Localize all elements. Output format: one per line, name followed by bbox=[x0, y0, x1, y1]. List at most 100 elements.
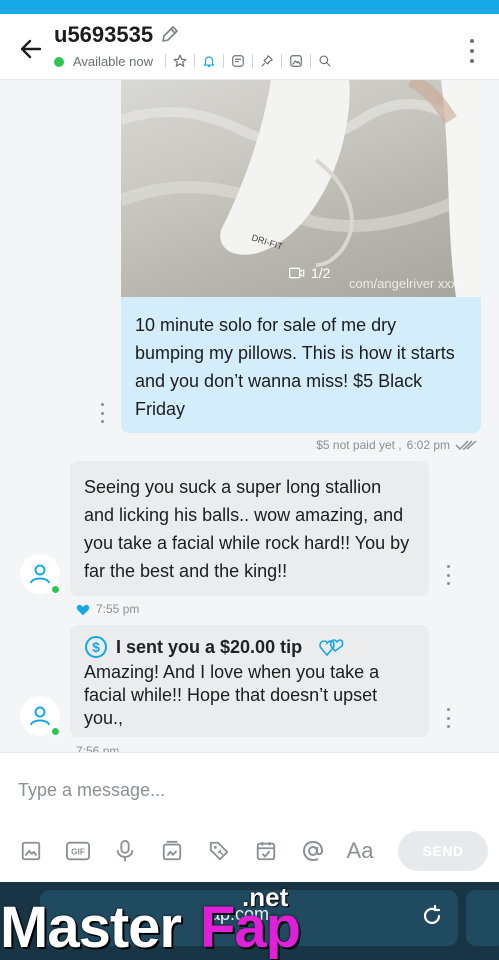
search-icon bbox=[319, 55, 331, 67]
online-status-dot bbox=[54, 57, 64, 67]
online-indicator bbox=[50, 726, 61, 737]
chat-username[interactable]: u5693535 bbox=[54, 22, 153, 48]
incoming-time: 7:56 pm bbox=[76, 744, 120, 752]
dot bbox=[100, 420, 104, 423]
message-input[interactable] bbox=[18, 775, 418, 805]
header-actions bbox=[160, 50, 334, 72]
reload-icon bbox=[423, 904, 441, 925]
voice-button[interactable] bbox=[110, 836, 140, 866]
at-sign-icon bbox=[302, 840, 324, 862]
incoming-message-text: Seeing you suck a super long stallion an… bbox=[84, 477, 410, 581]
reload-button[interactable] bbox=[420, 904, 446, 930]
text-format-label: Aa bbox=[346, 838, 374, 863]
search-button[interactable] bbox=[316, 52, 334, 70]
tip-text: I sent you a $20.00 tip bbox=[116, 636, 303, 657]
notes-button[interactable] bbox=[229, 52, 247, 70]
image-icon bbox=[290, 55, 302, 67]
incoming-time: 7:55 pm bbox=[96, 602, 140, 616]
mention-button[interactable] bbox=[298, 836, 328, 866]
gallery-button[interactable] bbox=[287, 52, 305, 70]
outgoing-message-meta: $5 not paid yet , 6:02 pm bbox=[316, 438, 477, 452]
hearts-icon bbox=[319, 639, 344, 657]
price-status: $5 not paid yet , bbox=[316, 438, 402, 452]
user-icon bbox=[30, 564, 50, 584]
dot bbox=[446, 573, 450, 577]
browser-bottom-bar: ap.com Master Fap .net bbox=[0, 882, 499, 960]
incoming-message-meta: 7:55 pm bbox=[76, 602, 139, 616]
top-accent-bar bbox=[0, 0, 499, 14]
divider bbox=[194, 54, 195, 68]
more-options-button[interactable] bbox=[462, 36, 482, 66]
watermark-text: Master bbox=[0, 895, 182, 960]
send-button[interactable]: SEND bbox=[398, 831, 488, 871]
vault-button[interactable] bbox=[157, 836, 187, 866]
video-icon bbox=[289, 267, 305, 279]
divider bbox=[165, 54, 166, 68]
text-format-button[interactable]: Aa bbox=[345, 836, 375, 866]
dot bbox=[446, 725, 450, 728]
dot bbox=[470, 49, 474, 53]
edit-name-button[interactable] bbox=[160, 24, 182, 46]
tab-switcher-button[interactable] bbox=[466, 890, 499, 946]
incoming-message-bubble[interactable]: Seeing you suck a super long stallion an… bbox=[70, 461, 429, 596]
dot bbox=[446, 708, 450, 711]
message-options-button[interactable] bbox=[99, 403, 105, 423]
media-watermark: com/angelriver xxx bbox=[349, 276, 458, 291]
double-check-icon bbox=[455, 440, 477, 451]
note-icon bbox=[232, 55, 244, 67]
outgoing-message-text: 10 minute solo for sale of me dry bumpin… bbox=[135, 315, 455, 419]
dot bbox=[470, 39, 474, 43]
pencil-icon bbox=[162, 26, 178, 42]
dollar-icon: $ bbox=[85, 636, 107, 658]
incoming-message-meta: 7:56 pm bbox=[76, 744, 119, 752]
tag-icon bbox=[209, 841, 229, 861]
dot bbox=[100, 403, 104, 406]
vault-icon bbox=[162, 840, 182, 861]
arrow-left-icon bbox=[20, 39, 42, 59]
divider bbox=[310, 54, 311, 68]
composer-toolbar: GIF Aa bbox=[16, 835, 392, 867]
svg-text:$: $ bbox=[92, 639, 100, 655]
outgoing-message-bubble[interactable]: 10 minute solo for sale of me dry bumpin… bbox=[121, 297, 481, 433]
chat-header: u5693535 Available now bbox=[0, 14, 499, 80]
availability-status: Available now bbox=[73, 54, 153, 69]
sender-avatar[interactable] bbox=[20, 696, 61, 737]
divider bbox=[252, 54, 253, 68]
pin-button[interactable] bbox=[258, 52, 276, 70]
media-count-text: 1/2 bbox=[311, 265, 331, 281]
media-preview[interactable]: DRI-FIT 1/2 com/angelriver xxx bbox=[121, 80, 481, 297]
divider bbox=[223, 54, 224, 68]
microphone-icon bbox=[116, 840, 134, 862]
outgoing-time: 6:02 pm bbox=[406, 438, 450, 452]
price-tag-button[interactable] bbox=[204, 836, 234, 866]
star-icon bbox=[173, 54, 187, 67]
user-icon bbox=[30, 706, 50, 726]
dot bbox=[446, 565, 450, 568]
notifications-button[interactable] bbox=[200, 52, 218, 70]
dot bbox=[100, 411, 104, 415]
dot bbox=[470, 59, 474, 63]
online-indicator bbox=[50, 584, 61, 595]
message-options-button[interactable] bbox=[445, 708, 451, 728]
gif-icon: GIF bbox=[66, 841, 90, 861]
message-list[interactable]: DRI-FIT 1/2 com/angelriver xxx 10 minute… bbox=[0, 80, 499, 752]
bell-icon bbox=[203, 56, 215, 67]
gif-button[interactable]: GIF bbox=[63, 836, 93, 866]
favorite-button[interactable] bbox=[171, 52, 189, 70]
image-icon bbox=[21, 841, 41, 861]
message-composer: GIF Aa SEND bbox=[0, 752, 499, 882]
heart-icon[interactable] bbox=[76, 603, 90, 616]
pin-icon bbox=[261, 55, 273, 67]
watermark-domain: .net bbox=[242, 882, 289, 912]
back-button[interactable] bbox=[14, 32, 48, 66]
message-options-button[interactable] bbox=[445, 565, 451, 585]
dot bbox=[446, 582, 450, 585]
incoming-tip-bubble[interactable]: $ I sent you a $20.00 tip Amazing! And I… bbox=[70, 625, 429, 737]
divider bbox=[281, 54, 282, 68]
tip-line: $ I sent you a $20.00 tip bbox=[84, 635, 415, 659]
attach-image-button[interactable] bbox=[16, 836, 46, 866]
sender-avatar[interactable] bbox=[20, 554, 61, 595]
schedule-button[interactable] bbox=[251, 836, 281, 866]
dot bbox=[446, 716, 450, 720]
media-counter: 1/2 bbox=[289, 265, 330, 281]
